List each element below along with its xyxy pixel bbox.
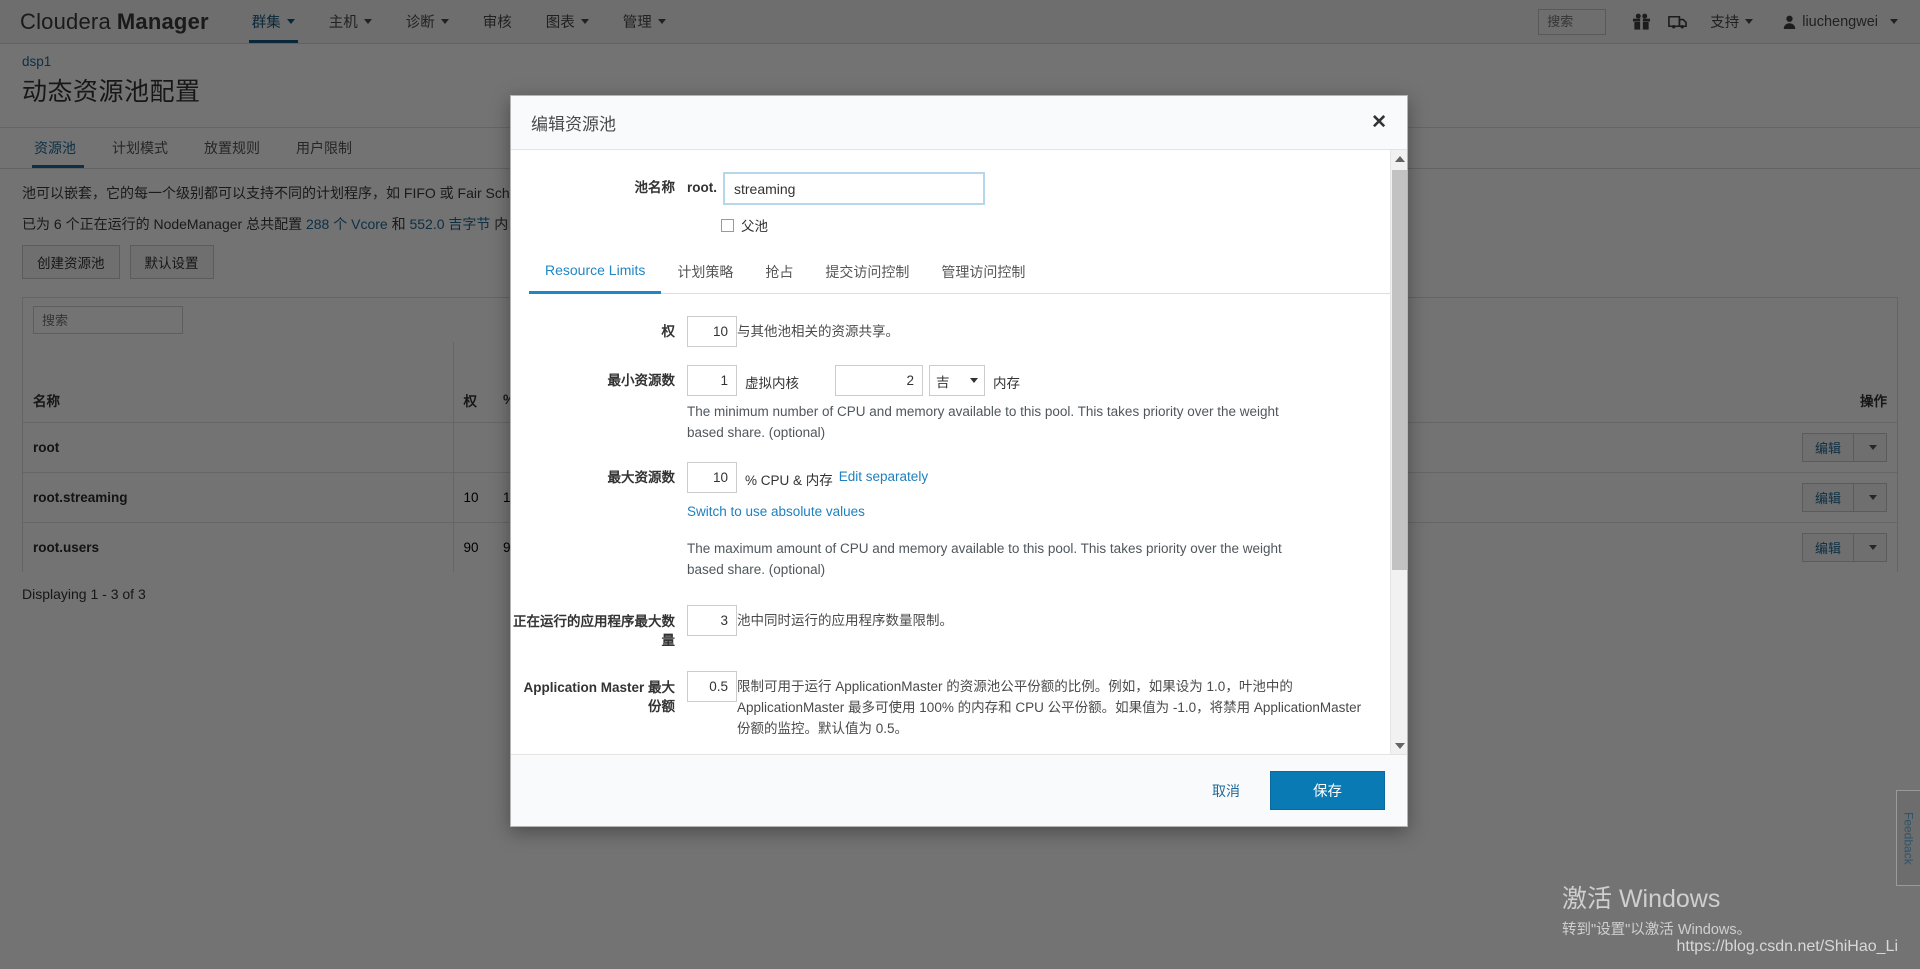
blog-url-watermark: https://blog.csdn.net/ShiHao_Li (1677, 938, 1898, 956)
parent-pool-checkbox[interactable] (721, 219, 734, 232)
min-vcore-input[interactable] (687, 365, 737, 396)
modal-title: 编辑资源池 (531, 110, 616, 135)
max-am-share-label: Application Master 最大份额 (511, 671, 687, 740)
cancel-button[interactable]: 取消 (1206, 780, 1246, 802)
min-memory-unit-select[interactable]: 吉 (929, 365, 985, 396)
pool-name-prefix: root. (687, 172, 723, 195)
modal-tab-submission-access-control[interactable]: 提交访问控制 (809, 253, 925, 293)
min-memory-label: 内存 (985, 365, 1020, 392)
min-resources-label: 最小资源数 (511, 365, 687, 444)
save-button[interactable]: 保存 (1270, 771, 1385, 810)
max-running-apps-help-text: 池中同时运行的应用程序数量限制。 (737, 611, 1362, 632)
min-memory-input[interactable] (835, 365, 923, 396)
switch-absolute-values-link[interactable]: Switch to use absolute values (687, 504, 865, 519)
modal-tab-scheduling-policy-label: 计划策略 (677, 264, 733, 280)
modal-tab-preemption[interactable]: 抢占 (749, 253, 809, 293)
min-resources-help-text: The minimum number of CPU and memory ava… (687, 402, 1312, 444)
modal-tab-preemption-label: 抢占 (765, 264, 793, 280)
edit-separately-link[interactable]: Edit separately (833, 462, 928, 484)
modal-scroll-content: 池名称 root. 父池 Resource Limits (511, 150, 1390, 754)
chevron-down-icon (970, 378, 978, 383)
scroll-down-arrow-icon[interactable] (1391, 737, 1407, 754)
max-running-apps-label: 正在运行的应用程序最大数量 (511, 605, 687, 651)
max-am-share-input[interactable] (687, 671, 737, 702)
min-vcore-unit-label: 虚拟内核 (737, 365, 799, 392)
field-max-resources: 最大资源数 % CPU & 内存 Edit separately Switch … (511, 462, 1390, 581)
screen: Cloudera Manager 群集 主机 诊断 审核 (0, 0, 1920, 969)
max-resources-input[interactable] (687, 462, 737, 493)
edit-pool-modal: 编辑资源池 ✕ 池名称 root. 父池 (510, 95, 1408, 827)
modal-tab-admin-access-control-label: 管理访问控制 (941, 264, 1025, 280)
field-max-running-apps: 正在运行的应用程序最大数量 池中同时运行的应用程序数量限制。 (511, 605, 1390, 651)
modal-tabs: Resource Limits 计划策略 抢占 提交访问控制 管理访问控制 (529, 253, 1390, 294)
modal-tab-resource-limits[interactable]: Resource Limits (529, 253, 661, 293)
modal-footer: 取消 保存 (511, 754, 1407, 826)
modal-header: 编辑资源池 ✕ (511, 96, 1407, 150)
weight-label: 权 (511, 316, 687, 347)
modal-tab-admin-access-control[interactable]: 管理访问控制 (925, 253, 1041, 293)
field-max-am-share: Application Master 最大份额 限制可用于运行 Applicat… (511, 671, 1390, 740)
max-resources-help-text: The maximum amount of CPU and memory ava… (687, 539, 1312, 581)
max-am-share-help-text: 限制可用于运行 ApplicationMaster 的资源池公平份额的比例。例如… (737, 677, 1362, 740)
field-min-resources: 最小资源数 虚拟内核 吉 内存 The minimum number of CP… (511, 365, 1390, 444)
scroll-up-arrow-icon[interactable] (1391, 150, 1407, 167)
modal-body: 池名称 root. 父池 Resource Limits (511, 150, 1407, 754)
max-resources-label: 最大资源数 (511, 462, 687, 581)
weight-input[interactable] (687, 316, 737, 347)
modal-scrollbar[interactable] (1390, 150, 1407, 754)
modal-tab-resource-limits-label: Resource Limits (545, 262, 645, 278)
switch-absolute-values-row: Switch to use absolute values (687, 502, 1312, 523)
modal-tab-scheduling-policy[interactable]: 计划策略 (661, 253, 749, 293)
pool-name-label: 池名称 (511, 172, 687, 235)
parent-pool-label: 父池 (741, 215, 768, 235)
min-memory-unit-value: 吉 (936, 371, 950, 391)
field-pool-name: 池名称 root. 父池 (511, 172, 1390, 235)
weight-help-text: 与其他池相关的资源共享。 (737, 322, 1362, 343)
max-resources-suffix-label: % CPU & 内存 (737, 462, 833, 489)
max-running-apps-input[interactable] (687, 605, 737, 636)
field-weight: 权 与其他池相关的资源共享。 (511, 316, 1390, 347)
scrollbar-thumb[interactable] (1392, 170, 1407, 570)
modal-tab-submission-access-control-label: 提交访问控制 (825, 264, 909, 280)
pool-name-input[interactable] (723, 172, 985, 205)
feedback-tab[interactable]: Feedback (1896, 790, 1920, 886)
close-icon[interactable]: ✕ (1371, 113, 1387, 132)
parent-pool-checkbox-row: 父池 (721, 215, 1390, 235)
